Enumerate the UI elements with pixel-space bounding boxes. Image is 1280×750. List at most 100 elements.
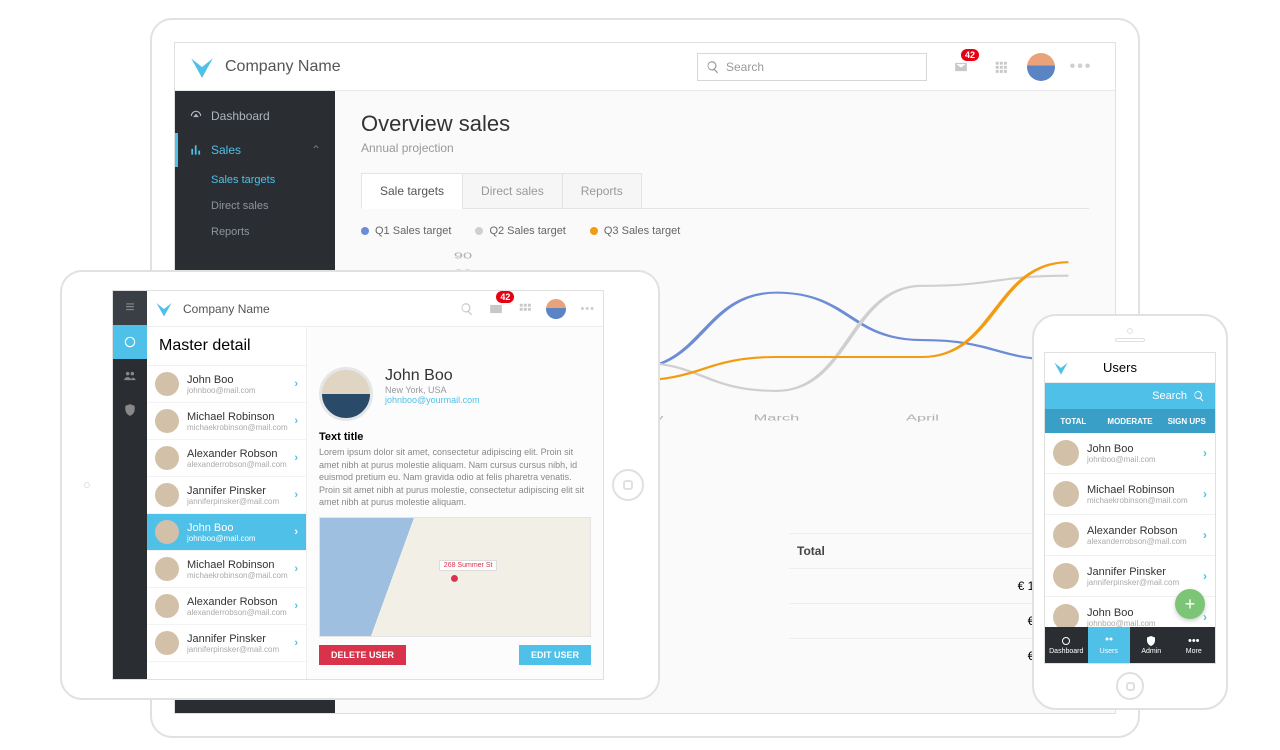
detail-text-title: Text title — [319, 431, 591, 443]
phone-tab-signups[interactable]: SIGN UPS — [1158, 409, 1215, 433]
tablet-home-button[interactable] — [612, 469, 644, 501]
notification-badge: 42 — [961, 49, 979, 61]
search-icon[interactable] — [460, 302, 474, 316]
bar-chart-icon — [189, 143, 203, 157]
phone-screen: Users Search TOTAL MODERATE SIGN UPS Joh… — [1044, 352, 1216, 664]
search-icon — [706, 60, 720, 74]
chevron-right-icon: › — [1203, 528, 1207, 542]
tab-sale-targets[interactable]: Sale targets — [361, 173, 463, 209]
more-button[interactable]: ••• — [580, 303, 595, 315]
add-button[interactable]: + — [1175, 589, 1205, 619]
sidebar-item-dashboard[interactable]: Dashboard — [175, 99, 335, 133]
profile-avatar[interactable] — [546, 299, 566, 319]
svg-text:March: March — [754, 413, 800, 423]
avatar-icon — [1053, 604, 1079, 627]
sidebar-sub-targets[interactable]: Sales targets — [175, 167, 335, 193]
edit-user-button[interactable]: EDIT USER — [519, 645, 591, 665]
search-icon — [1193, 390, 1205, 402]
brand-logo-icon — [1053, 360, 1069, 376]
profile-avatar[interactable] — [1027, 53, 1055, 81]
sidebar-sub-reports[interactable]: Reports — [175, 219, 335, 245]
avatar-icon — [155, 409, 179, 433]
chevron-right-icon: › — [294, 489, 298, 501]
phone-header: Users — [1045, 353, 1215, 383]
phone-tabs: TOTAL MODERATE SIGN UPS — [1045, 409, 1215, 433]
detail-map[interactable]: 268 Summer St ● — [319, 517, 591, 637]
chart-legend: Q1 Sales target Q2 Sales target Q3 Sales… — [361, 225, 1089, 237]
rail-menu-button[interactable]: ≡ — [113, 291, 147, 325]
mail-button[interactable]: 42 — [482, 295, 510, 323]
chevron-right-icon: › — [294, 378, 298, 390]
tablet-screen: ≡ Company Name 42 ••• — [112, 290, 604, 680]
phone-user-list: John Boojohnboo@mail.com › Michael Robin… — [1045, 433, 1215, 627]
phone-tab-total[interactable]: TOTAL — [1045, 409, 1102, 433]
avatar-icon — [1053, 522, 1079, 548]
delete-user-button[interactable]: DELETE USER — [319, 645, 406, 665]
content-tabs: Sale targets Direct sales Reports — [361, 173, 1089, 209]
phone-search-bar[interactable]: Search — [1045, 383, 1215, 409]
rail-security-button[interactable] — [113, 393, 147, 427]
nav-more[interactable]: •••More — [1173, 627, 1216, 663]
master-list-item[interactable]: Jannifer Pinskerjanniferpinsker@mail.com… — [147, 625, 306, 662]
master-list-item[interactable]: Michael Robinsonmichaekrobinson@mail.com… — [147, 403, 306, 440]
phone-bottom-nav: Dashboard Users Admin •••More — [1045, 627, 1215, 663]
master-list-item[interactable]: John Boojohnboo@mail.com › — [147, 366, 306, 403]
desktop-topbar: Company Name Search 42 ••• — [175, 43, 1115, 91]
rail-users-button[interactable] — [113, 359, 147, 393]
search-placeholder: Search — [726, 60, 764, 74]
page-title: Overview sales — [361, 111, 1089, 137]
grid-icon[interactable] — [518, 302, 532, 316]
master-list-item[interactable]: Alexander Robsonalexanderrobson@mail.com… — [147, 588, 306, 625]
phone-list-item[interactable]: Michael Robinsonmichaekrobinson@mail.com… — [1045, 474, 1215, 515]
gauge-icon — [1060, 635, 1072, 647]
mail-button[interactable]: 42 — [947, 53, 975, 81]
rail-dashboard-button[interactable] — [113, 325, 147, 359]
phone-list-item[interactable]: John Boojohnboo@mail.com › — [1045, 433, 1215, 474]
detail-email[interactable]: johnboo@yourmail.com — [385, 395, 480, 405]
master-list-item[interactable]: Alexander Robsonalexanderrobson@mail.com… — [147, 440, 306, 477]
search-input[interactable]: Search — [697, 53, 927, 81]
tab-direct-sales[interactable]: Direct sales — [462, 173, 563, 209]
detail-name: John Boo — [385, 367, 480, 385]
tablet-frame: ≡ Company Name 42 ••• — [60, 270, 660, 700]
notification-badge: 42 — [496, 291, 514, 303]
chevron-right-icon: › — [294, 563, 298, 575]
master-list-item[interactable]: John Boojohnboo@mail.com › — [147, 514, 306, 551]
sidebar-item-sales[interactable]: Sales ⌃ — [175, 133, 335, 167]
envelope-icon — [489, 302, 503, 316]
avatar-icon — [1053, 481, 1079, 507]
chevron-right-icon: › — [1203, 569, 1207, 583]
totals-header: Total — [797, 544, 825, 558]
nav-admin[interactable]: Admin — [1130, 627, 1173, 663]
chevron-right-icon: › — [294, 452, 298, 464]
avatar-icon — [155, 594, 179, 618]
avatar-icon — [155, 557, 179, 581]
tab-reports[interactable]: Reports — [562, 173, 642, 209]
users-icon — [1103, 635, 1115, 647]
phone-list-item[interactable]: Alexander Robsonalexanderrobson@mail.com… — [1045, 515, 1215, 556]
phone-home-button[interactable] — [1116, 672, 1144, 700]
avatar-icon — [155, 520, 179, 544]
more-button[interactable]: ••• — [1067, 53, 1095, 81]
phone-tab-moderate[interactable]: MODERATE — [1102, 409, 1159, 433]
chevron-right-icon: › — [294, 415, 298, 427]
sidebar-sub-direct[interactable]: Direct sales — [175, 193, 335, 219]
map-pin-label: 268 Summer St — [439, 560, 498, 571]
tablet-topbar: Company Name 42 ••• — [147, 291, 603, 327]
master-list-item[interactable]: Michael Robinsonmichaekrobinson@mail.com… — [147, 551, 306, 588]
envelope-icon — [954, 60, 968, 74]
apps-grid-button[interactable] — [987, 53, 1015, 81]
chevron-right-icon: › — [1203, 610, 1207, 624]
nav-dashboard[interactable]: Dashboard — [1045, 627, 1088, 663]
shield-icon — [1145, 635, 1157, 647]
chevron-right-icon: › — [294, 526, 298, 538]
map-pin-icon: ● — [450, 570, 460, 588]
nav-users[interactable]: Users — [1088, 627, 1131, 663]
avatar-icon — [155, 372, 179, 396]
avatar-icon — [155, 446, 179, 470]
master-title: Master detail — [147, 327, 306, 366]
master-list-panel: Master detail John Boojohnboo@mail.com ›… — [147, 327, 307, 679]
master-list-item[interactable]: Jannifer Pinskerjanniferpinsker@mail.com… — [147, 477, 306, 514]
gauge-icon — [189, 109, 203, 123]
tablet-icon-rail: ≡ — [113, 291, 147, 679]
